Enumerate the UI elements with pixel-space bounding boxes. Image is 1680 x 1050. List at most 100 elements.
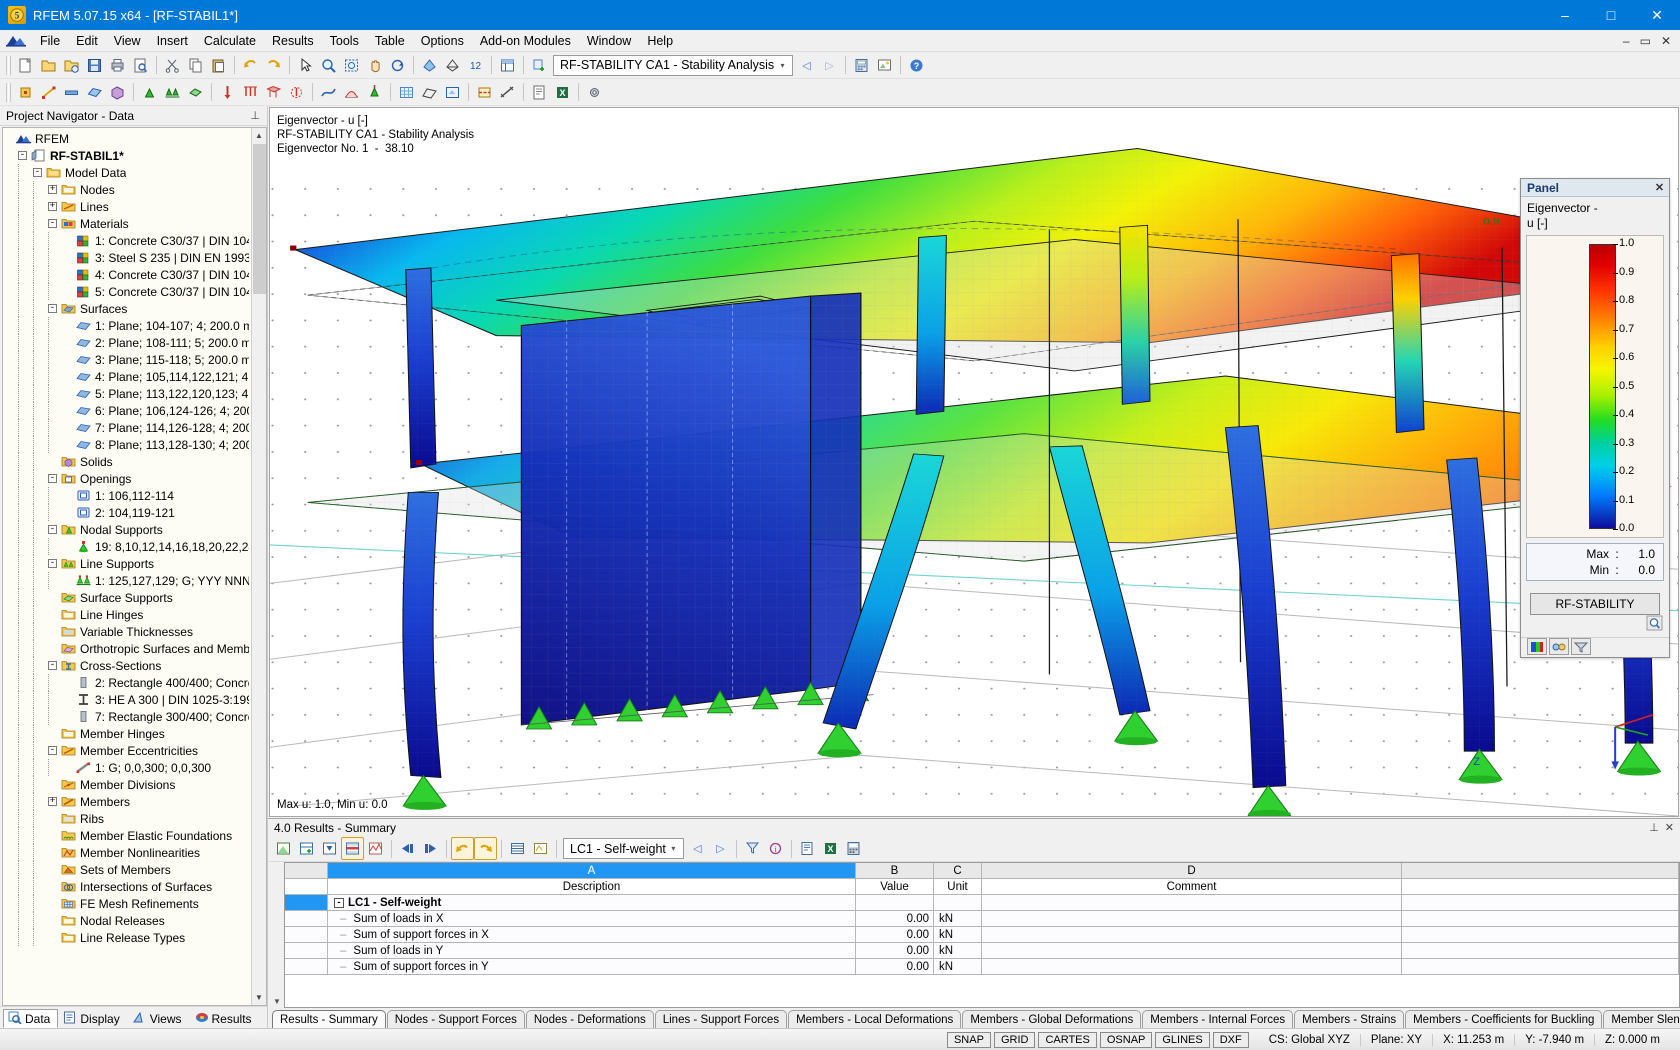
loadcase-combobox[interactable]: RF-STABILITY CA1 - Stability Analysis ▾ (553, 54, 793, 76)
new-solid-icon[interactable] (106, 81, 129, 104)
tree-toggle-icon[interactable]: - (48, 219, 57, 228)
navigator-scrollbar[interactable]: ▲ ▼ (251, 128, 266, 1005)
menu-tools[interactable]: Tools (322, 31, 367, 51)
model-viewport[interactable]: Eigenvector - u [-] RF-STABILITY CA1 - S… (269, 107, 1679, 817)
chevron-down-icon[interactable]: ▾ (775, 57, 790, 74)
tree-item[interactable]: 7: Plane; 114,126-128; 4; 200.0 m (3, 419, 251, 436)
tree-toggle-icon[interactable]: - (48, 559, 57, 568)
tree-toggle-icon[interactable]: - (48, 525, 57, 534)
result-tab[interactable]: Members - Global Deformations (962, 1010, 1142, 1028)
tree-item[interactable]: Surface Supports (3, 589, 251, 606)
scroll-up-icon[interactable]: ▲ (251, 128, 266, 143)
row-extra-cell[interactable] (1402, 927, 1679, 943)
navtab-views[interactable]: Views (128, 1009, 190, 1028)
table-info-icon[interactable]: i (764, 837, 787, 860)
results-table-icon[interactable] (496, 54, 519, 77)
tree-item[interactable]: 3: HE A 300 | DIN 1025-3:1994; S (3, 691, 251, 708)
tree-item[interactable]: Nodal Releases (3, 912, 251, 929)
table-row[interactable]: - LC1 - Self-weight (285, 895, 1679, 911)
navtab-results[interactable]: Results (190, 1009, 260, 1028)
tree-item[interactable]: + Members (3, 793, 251, 810)
results-grid-container[interactable]: ▼ A B C D Description Value Unit Comment… (270, 862, 1680, 1008)
tree-item[interactable]: 2: Rectangle 400/400; Concrete (3, 674, 251, 691)
menu-file[interactable]: File (32, 31, 68, 51)
new-surface-support-icon[interactable] (184, 81, 207, 104)
panel-tab-colors[interactable] (1527, 638, 1547, 655)
tree-item[interactable]: Line Release Types (3, 929, 251, 946)
result-tab[interactable]: Members - Coefficients for Buckling (1405, 1010, 1603, 1028)
tree-item[interactable]: Solids (3, 453, 251, 470)
tree-item[interactable]: - Member Eccentricities (3, 742, 251, 759)
row-description-cell[interactable]: – Sum of loads in Y (328, 943, 856, 959)
mdi-restore-button[interactable]: ▭ (1635, 34, 1656, 48)
section-cut-icon[interactable] (473, 81, 496, 104)
table-undo-icon[interactable] (451, 837, 474, 860)
select-objects-icon[interactable] (294, 54, 317, 77)
table-select-all-icon[interactable] (506, 837, 529, 860)
close-button[interactable]: ✕ (1634, 0, 1680, 30)
tree-item[interactable]: - Nodal Supports (3, 521, 251, 538)
navigator-pin-icon[interactable]: ⊥ (250, 109, 263, 122)
new-nodal-load-icon[interactable] (216, 81, 239, 104)
result-tab[interactable]: Members - Strains (1294, 1010, 1405, 1028)
new-line-support-icon[interactable] (161, 81, 184, 104)
tree-toggle-icon[interactable]: - (48, 304, 57, 313)
redo-icon[interactable] (262, 54, 285, 77)
new-nodal-support-icon[interactable] (138, 81, 161, 104)
tree-item[interactable]: Member Hinges (3, 725, 251, 742)
tree-item[interactable]: + Lines (3, 198, 251, 215)
settings-gear-icon[interactable] (583, 81, 606, 104)
copy-icon[interactable] (184, 54, 207, 77)
zoom-all-icon[interactable] (340, 54, 363, 77)
table-redo-icon[interactable] (474, 837, 497, 860)
tree-item[interactable]: Variable Thicknesses (3, 623, 251, 640)
row-comment-cell[interactable] (982, 895, 1402, 911)
display-internal-forces-icon[interactable] (340, 81, 363, 104)
tree-item[interactable]: - RF-STABIL1* (3, 147, 251, 164)
show-numbering-icon[interactable]: 12 (464, 54, 487, 77)
row-extra-cell[interactable] (1402, 959, 1679, 975)
minimize-button[interactable]: – (1542, 0, 1588, 30)
tree-item[interactable]: 5: Plane; 113,122,120,123; 4; 200 (3, 385, 251, 402)
tree-item[interactable]: + Nodes (3, 181, 251, 198)
menu-edit[interactable]: Edit (68, 31, 106, 51)
col-header-d[interactable]: D (982, 863, 1402, 879)
table-row[interactable]: – Sum of support forces in X 0.00 kN (285, 927, 1679, 943)
tree-toggle-icon[interactable]: - (48, 661, 57, 670)
view-perspective-icon[interactable] (418, 81, 441, 104)
3d-model-scene[interactable]: 0.9 (270, 108, 1678, 816)
tree-item[interactable]: 4: Concrete C30/37 | DIN 1045- (3, 266, 251, 283)
menu-window[interactable]: Window (579, 31, 639, 51)
menu-addon-modules[interactable]: Add-on Modules (472, 31, 579, 51)
result-tabs-strip[interactable]: Results - Summary Nodes - Support Forces N… (268, 1008, 1680, 1028)
col-header-e[interactable] (1402, 863, 1679, 879)
tree-item[interactable]: 1: 125,127,129; G; YYY NNN (3, 572, 251, 589)
table-row[interactable]: – Sum of loads in Y 0.00 kN (285, 943, 1679, 959)
tree-toggle-icon[interactable]: + (48, 797, 57, 806)
measure-icon[interactable] (496, 81, 519, 104)
row-comment-cell[interactable] (982, 959, 1402, 975)
result-tab[interactable]: Members - Local Deformations (788, 1010, 962, 1028)
row-unit-cell[interactable] (934, 895, 982, 911)
status-toggle-grid[interactable]: GRID (993, 1031, 1036, 1048)
maximize-button[interactable]: □ (1588, 0, 1634, 30)
tree-item[interactable]: Member Elastic Foundations (3, 827, 251, 844)
status-toggle-glines[interactable]: GLINES (1155, 1031, 1210, 1048)
previous-loadcase-icon[interactable]: ◁ (795, 54, 818, 77)
row-number-cell[interactable] (285, 927, 328, 943)
mdi-close-button[interactable]: ✕ (1656, 34, 1676, 48)
save-icon[interactable] (83, 54, 106, 77)
pan-icon[interactable] (363, 54, 386, 77)
menu-calculate[interactable]: Calculate (196, 31, 264, 51)
tree-item[interactable]: - Line Supports (3, 555, 251, 572)
result-tab[interactable]: Nodes - Deformations (525, 1010, 654, 1028)
scroll-down-icon[interactable]: ▼ (251, 990, 266, 1005)
panel-close-icon[interactable]: ✕ (1653, 181, 1666, 194)
tree-item[interactable]: Ribs (3, 810, 251, 827)
status-toggle-cartes[interactable]: CARTES (1038, 1031, 1097, 1048)
table-chart-icon[interactable] (364, 837, 387, 860)
tree-item[interactable]: 2: 104,119-121 (3, 504, 251, 521)
tree-item[interactable]: 19: 8,10,12,14,16,18,20,22,24; YY (3, 538, 251, 555)
row-extra-cell[interactable] (1402, 911, 1679, 927)
wireframe-icon[interactable] (441, 54, 464, 77)
